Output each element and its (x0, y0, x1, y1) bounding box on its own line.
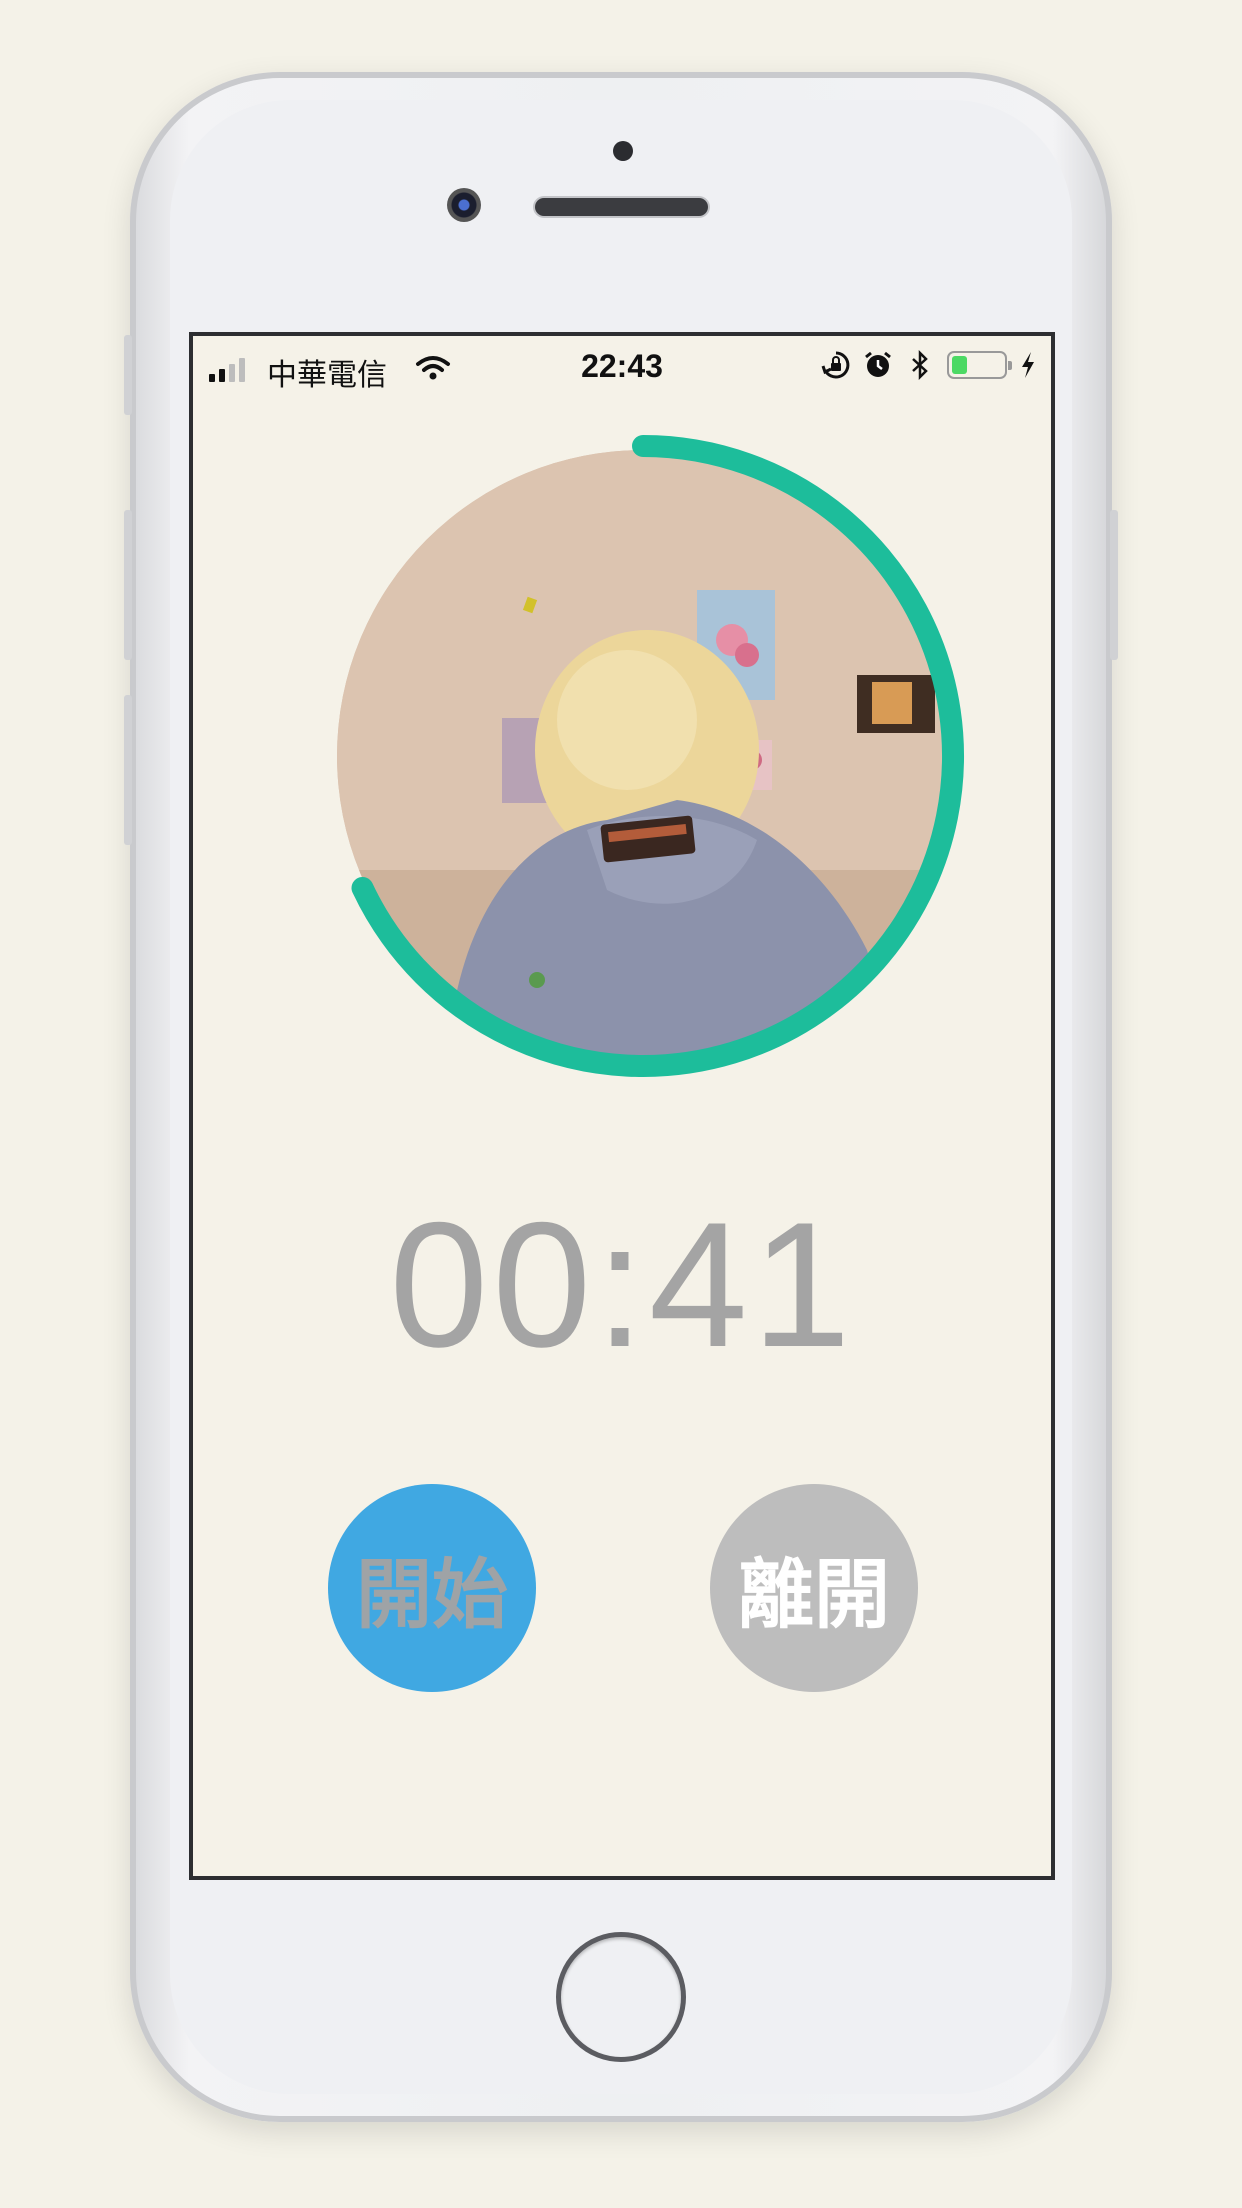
rotation-lock-icon (821, 350, 851, 380)
charging-icon (1019, 350, 1037, 380)
timer-display: 00:41 (389, 1185, 855, 1384)
mute-switch (124, 335, 132, 415)
earpiece-speaker (535, 198, 708, 216)
status-bar: 中華電信 22:43 (193, 336, 1051, 396)
progress-arc (351, 435, 964, 1077)
proximity-sensor (613, 141, 633, 161)
front-camera-icon (447, 188, 481, 222)
alarm-icon (863, 350, 893, 380)
volume-up-button (124, 510, 132, 660)
battery-level (952, 356, 967, 374)
battery-cap (1008, 361, 1012, 370)
start-button[interactable]: 開始 (328, 1484, 536, 1692)
power-button (1110, 510, 1118, 660)
app-screen: 中華電信 22:43 00:41 開始 離開 (189, 332, 1055, 1880)
bluetooth-icon (905, 350, 935, 380)
home-button[interactable] (556, 1932, 686, 2062)
progress-ring (351, 435, 964, 1077)
battery-icon (947, 351, 1012, 379)
status-icons (821, 350, 1037, 380)
timer-progress (313, 426, 973, 1086)
volume-down-button (124, 695, 132, 845)
leave-button[interactable]: 離開 (710, 1484, 918, 1692)
